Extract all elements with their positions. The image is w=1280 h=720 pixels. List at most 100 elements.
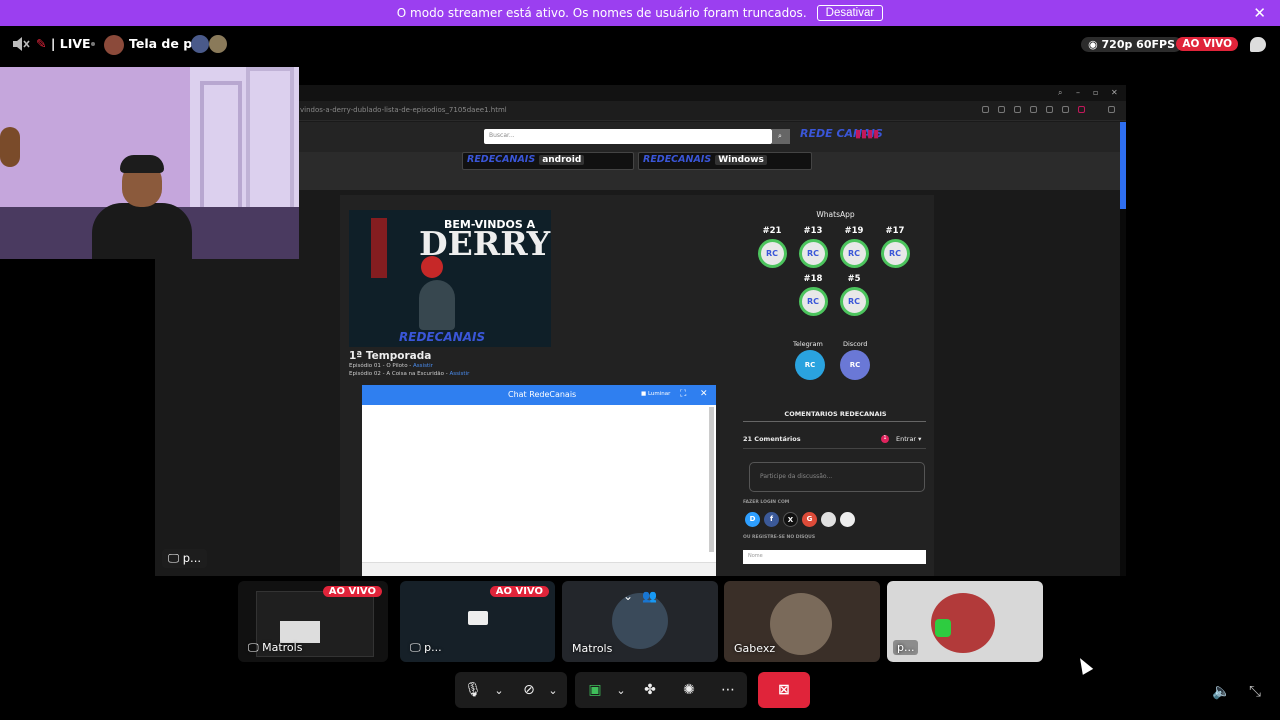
participant-tile[interactable]: AO VIVO 🖵 p... [400, 581, 555, 662]
live-badge: AO VIVO [322, 586, 382, 597]
participant-tile[interactable]: p... [887, 581, 1043, 662]
whatsapp-group-number: #5 [847, 274, 861, 284]
content-panel: BEM-VINDOS A DERRY REDECANAIS 1ª Tempora… [340, 195, 934, 576]
comments-title: COMENTARIOS REDECANAIS [784, 410, 887, 418]
extension-icon[interactable] [1014, 106, 1021, 113]
maximize-icon[interactable]: ▫ [1093, 88, 1098, 97]
site-search-input[interactable]: Buscar... [484, 129, 772, 144]
apple-login-icon[interactable] [840, 512, 855, 527]
expand-icon[interactable]: ⛶ [680, 389, 686, 399]
whatsapp-icon: RC [757, 239, 787, 268]
poster-accent [371, 218, 387, 278]
show-poster[interactable]: BEM-VINDOS A DERRY REDECANAIS [349, 210, 551, 347]
webcam-video[interactable] [0, 67, 299, 259]
webcam-person-body [92, 203, 192, 259]
chat-footer[interactable] [362, 562, 716, 576]
screen-share-stop-icon: ⊠ [778, 682, 790, 698]
chevron-down-icon[interactable]: ⌄ [607, 672, 635, 708]
close-icon[interactable]: ✕ [1253, 4, 1266, 22]
url-text[interactable]: vindos-a-derry-dublado-lista-de-episodio… [300, 106, 507, 114]
chat-scrollbar[interactable] [709, 407, 714, 552]
extension-icon[interactable] [1030, 106, 1037, 113]
close-icon[interactable]: ✕ [1111, 88, 1118, 97]
live-badge: AO VIVO [489, 586, 549, 597]
settings-icon[interactable] [1108, 106, 1115, 113]
participant-name: p... [893, 640, 919, 655]
chevron-down-icon[interactable]: ⌄ [539, 672, 567, 708]
chat-widget[interactable]: Chat RedeCanais ■ Luminar ⛶ ✕ [362, 385, 716, 576]
whatsapp-group-number: #18 [803, 274, 823, 284]
chat-icon[interactable] [1250, 37, 1266, 52]
participant-tile[interactable]: AO VIVO 🖵 Matrols [238, 581, 388, 662]
chevron-down-icon[interactable]: ⌄ [485, 672, 513, 708]
site-search-button[interactable]: ⌕ [772, 129, 790, 144]
whatsapp-group-link[interactable]: #13 RC [796, 226, 830, 268]
more-options-icon[interactable]: ⋯ [714, 672, 742, 708]
favorite-icon[interactable] [1046, 106, 1053, 113]
telegram-label: Telegram [793, 340, 823, 348]
participant-name: 🖵 p... [410, 641, 442, 654]
whatsapp-group-link[interactable]: #17 RC [878, 226, 912, 268]
watch-link[interactable]: Assistir [413, 363, 433, 369]
search-icon: ⌕ [778, 132, 782, 140]
exit-fullscreen-icon[interactable]: ⤡ [1249, 682, 1261, 700]
microsoft-login-icon[interactable] [821, 512, 836, 527]
whatsapp-icon: RC [839, 239, 869, 268]
browser-scrollbar-thumb[interactable] [1120, 122, 1126, 209]
microphone-icon[interactable]: 🎙 [459, 672, 487, 708]
poster-logo: REDECANAIS [399, 330, 486, 344]
x-login-icon[interactable]: X [783, 512, 798, 527]
screen-share-stage[interactable]: ⌕ – ▫ ✕ vindos-a-derry-dublado-lista-de-… [155, 85, 1126, 576]
comments-login-button[interactable]: Entrar ▾ [896, 435, 921, 443]
telegram-icon[interactable]: RC [795, 350, 825, 380]
poster-figure [419, 280, 455, 330]
minimize-icon[interactable]: – [1076, 88, 1080, 97]
volume-icon[interactable]: 🔈 [1212, 682, 1231, 700]
participant-tile[interactable]: Gabexz [724, 581, 880, 662]
live-badge: AO VIVO [1176, 37, 1238, 51]
google-login-icon[interactable]: G [802, 512, 817, 527]
disable-streamer-mode-button[interactable]: Desativar [816, 5, 884, 21]
name-input[interactable]: Nome [743, 550, 926, 564]
discord-icon[interactable]: RC [840, 350, 870, 380]
season-title: 1ª Temporada [349, 350, 432, 362]
search-icon[interactable]: ⌕ [1058, 88, 1062, 98]
chat-widget-header[interactable]: Chat RedeCanais ■ Luminar ⛶ ✕ [362, 385, 716, 405]
android-app-banner[interactable]: REDECANAIS android [462, 152, 634, 170]
windows-app-banner[interactable]: REDECANAIS Windows [638, 152, 812, 170]
activities-icon[interactable]: ✤ [636, 672, 664, 708]
participant-tile[interactable]: ⌄ 👥 Matrols [562, 581, 718, 662]
eye-icon: ◉ [1088, 38, 1102, 51]
participant-name: 🖵 Matrols [248, 641, 303, 654]
whatsapp-group-link[interactable]: #21 RC [755, 226, 789, 268]
disconnect-button[interactable]: ⊠ [758, 672, 810, 708]
menu-icon[interactable] [1062, 106, 1069, 113]
speaker-muted-icon[interactable] [12, 36, 30, 52]
whatsapp-group-link[interactable]: #18 RC [796, 274, 830, 316]
watch-link[interactable]: Assistir [450, 371, 470, 377]
site-logo-secondary: ▮▮▮▮ [855, 127, 880, 140]
poster-title: DERRY [419, 224, 551, 263]
login-with-label: FAZER LOGIN COM [743, 500, 790, 505]
extension-icon[interactable] [982, 106, 989, 113]
group-icon[interactable]: 👥 [642, 589, 657, 603]
whatsapp-icon: RC [798, 287, 828, 316]
channel-live-label[interactable]: ✎ | LIVE [36, 36, 91, 51]
profile-icon[interactable] [1078, 106, 1085, 113]
browser-address-bar[interactable]: vindos-a-derry-dublado-lista-de-episodio… [155, 101, 1126, 121]
soundboard-icon[interactable]: ✺ [675, 672, 703, 708]
chevron-down-icon[interactable]: ⌄ [623, 589, 633, 603]
whatsapp-group-link[interactable]: #5 RC [837, 274, 871, 316]
chat-minimize-button[interactable]: ■ Luminar [641, 391, 670, 397]
android-tag: android [539, 155, 585, 165]
screen-share-icon[interactable]: ▣ [581, 672, 609, 708]
close-icon[interactable]: ✕ [700, 389, 708, 399]
extension-icon[interactable] [998, 106, 1005, 113]
streamer-mode-banner: O modo streamer está ativo. Os nomes de … [0, 0, 1280, 26]
disqus-login-icon[interactable]: D [745, 512, 760, 527]
comment-input[interactable]: Participe da discussão... [749, 462, 925, 492]
participant-avatar [770, 593, 832, 655]
facebook-login-icon[interactable]: f [764, 512, 779, 527]
register-label: OU REGISTRE-SE NO DISQUS [743, 535, 816, 540]
whatsapp-group-link[interactable]: #19 RC [837, 226, 871, 268]
